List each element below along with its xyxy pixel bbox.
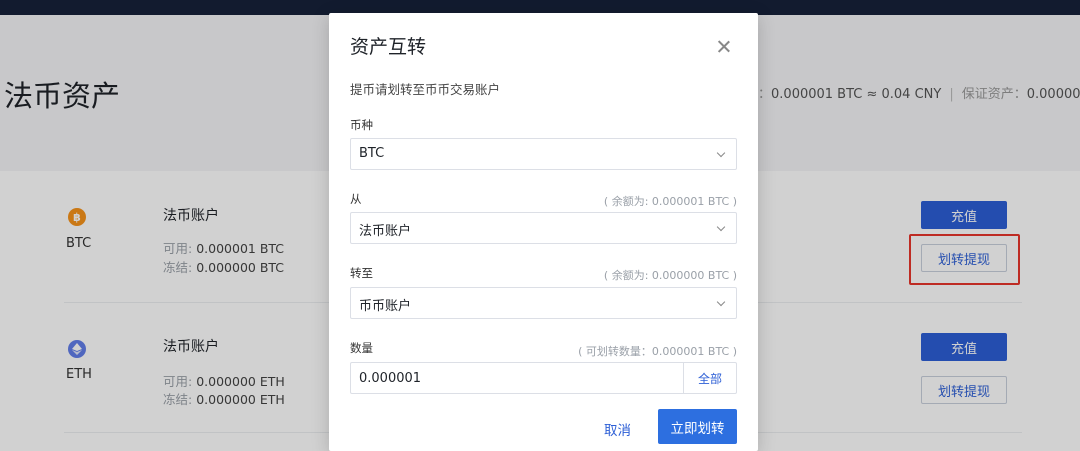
modal-title: 资产互转 bbox=[350, 36, 427, 58]
cancel-button[interactable]: 取消 bbox=[604, 419, 631, 439]
to-balance-note: ( 余额为: 0.000000 BTC ) bbox=[603, 269, 737, 282]
currency-select[interactable]: BTC bbox=[350, 138, 737, 170]
chevron-down-icon bbox=[716, 148, 726, 158]
asset-transfer-modal: 资产互转 提币请划转至币币交易账户 币种 BTC 从 ( 余额为: 0.0000… bbox=[329, 13, 758, 451]
currency-select-value: BTC bbox=[359, 146, 385, 161]
amount-input[interactable] bbox=[351, 363, 684, 393]
transferable-amount-note: ( 可划转数量：0.000001 BTC ) bbox=[578, 345, 737, 358]
currency-label: 币种 bbox=[350, 118, 373, 132]
chevron-down-icon bbox=[716, 222, 726, 232]
to-label: 转至 bbox=[350, 266, 373, 280]
confirm-transfer-button[interactable]: 立即划转 bbox=[658, 409, 737, 444]
amount-field: 全部 bbox=[350, 362, 737, 394]
modal-hint: 提币请划转至币币交易账户 bbox=[350, 82, 501, 97]
to-account-value: 币币账户 bbox=[359, 299, 412, 314]
to-account-select[interactable]: 币币账户 bbox=[350, 287, 737, 319]
all-amount-button[interactable]: 全部 bbox=[683, 363, 736, 393]
amount-label: 数量 bbox=[350, 341, 373, 355]
from-account-select[interactable]: 法币账户 bbox=[350, 212, 737, 244]
from-account-value: 法币账户 bbox=[359, 224, 412, 239]
chevron-down-icon bbox=[716, 297, 726, 307]
from-balance-note: ( 余额为: 0.000001 BTC ) bbox=[603, 195, 737, 208]
close-icon[interactable] bbox=[714, 37, 734, 57]
from-label: 从 bbox=[350, 192, 362, 206]
